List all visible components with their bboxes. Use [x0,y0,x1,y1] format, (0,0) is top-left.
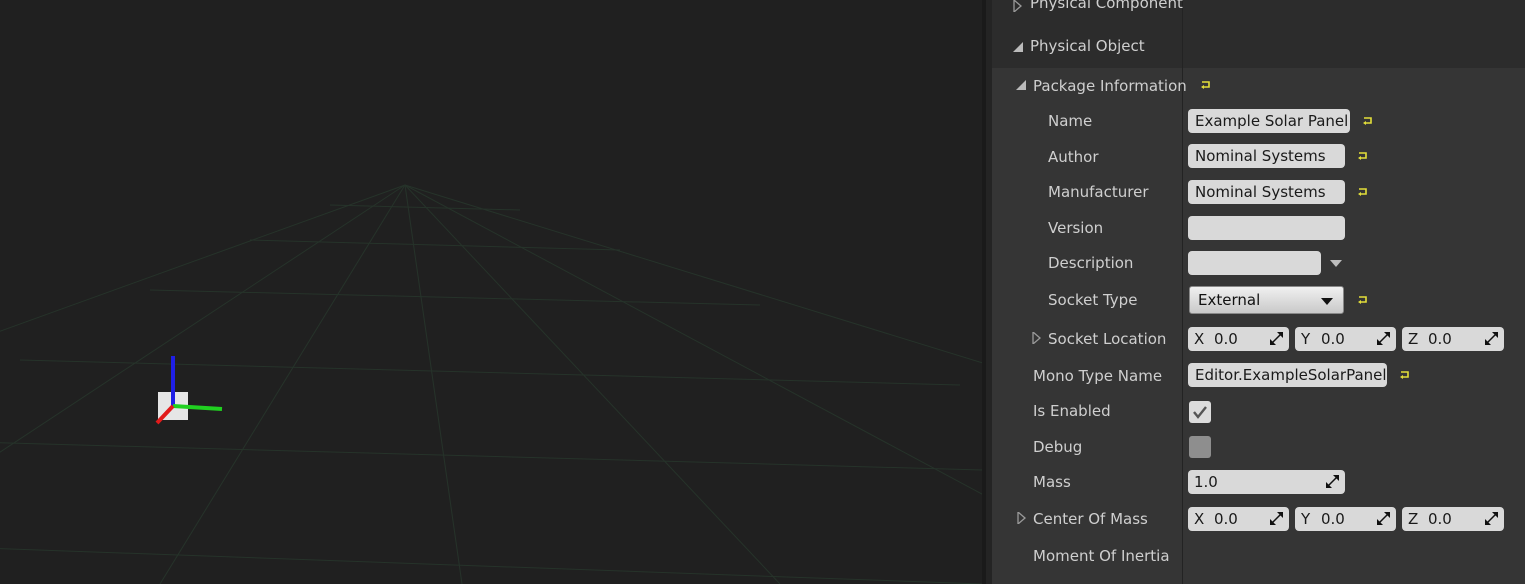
name-field[interactable]: Example Solar Panel [1188,109,1350,133]
mass-label: Mass [1033,473,1071,491]
center-of-mass-y-field[interactable]: Y 0.0 [1295,507,1396,531]
author-field[interactable]: Nominal Systems [1188,144,1345,168]
reset-to-default-icon[interactable] [1200,80,1212,90]
drag-handle-icon[interactable] [1485,332,1498,345]
transform-gizmo[interactable] [0,0,982,584]
drag-handle-icon[interactable] [1270,332,1283,345]
expand-arrow-icon[interactable] [1013,0,1023,12]
name-label: Name [1048,112,1093,130]
is-enabled-label: Is Enabled [1033,402,1111,420]
manufacturer-field[interactable]: Nominal Systems [1188,180,1345,204]
socket-location-z-field[interactable]: Z 0.0 [1402,327,1504,351]
category-physical-object[interactable]: Physical Object [1030,37,1145,55]
socket-location-label[interactable]: Socket Location [1048,330,1166,348]
socket-type-dropdown[interactable]: External [1189,286,1344,314]
socket-type-label: Socket Type [1048,291,1138,309]
collapse-arrow-icon[interactable] [1016,80,1027,91]
mono-type-name-field[interactable]: Editor.ExampleSolarPanel [1188,363,1387,387]
reset-to-default-icon[interactable] [1399,370,1411,380]
is-enabled-checkbox[interactable] [1189,401,1211,423]
panel-splitter[interactable] [982,0,992,584]
debug-checkbox[interactable] [1189,436,1211,458]
description-field[interactable] [1188,251,1321,275]
socket-location-y-field[interactable]: Y 0.0 [1295,327,1396,351]
expand-arrow-icon[interactable] [1032,332,1042,344]
drag-handle-icon[interactable] [1377,332,1390,345]
chevron-down-icon [1321,298,1333,305]
drag-handle-icon[interactable] [1326,475,1339,488]
drag-handle-icon[interactable] [1485,512,1498,525]
description-label: Description [1048,254,1134,272]
socket-type-value: External [1198,291,1261,309]
reset-to-default-icon[interactable] [1357,187,1369,197]
center-of-mass-x-field[interactable]: X 0.0 [1188,507,1289,531]
author-label: Author [1048,148,1099,166]
collapse-arrow-icon[interactable] [1013,42,1024,53]
expand-description-icon[interactable] [1330,260,1342,267]
drag-handle-icon[interactable] [1270,512,1283,525]
reset-to-default-icon[interactable] [1362,116,1374,126]
center-of-mass-z-field[interactable]: Z 0.0 [1402,507,1504,531]
reset-to-default-icon[interactable] [1357,151,1369,161]
expand-arrow-icon[interactable] [1017,512,1027,524]
package-information-label[interactable]: Package Information [1033,77,1187,95]
mono-type-name-label: Mono Type Name [1033,367,1163,385]
details-panel: Physical Component Physical Object Packa… [992,0,1525,584]
3d-viewport[interactable] [0,0,982,584]
version-field[interactable] [1188,216,1345,240]
drag-handle-icon[interactable] [1377,512,1390,525]
mass-field[interactable]: 1.0 [1188,470,1345,494]
reset-to-default-icon[interactable] [1357,295,1369,305]
category-physical-component[interactable]: Physical Component [1030,0,1183,12]
debug-label: Debug [1033,438,1083,456]
version-label: Version [1048,219,1104,237]
center-of-mass-label[interactable]: Center Of Mass [1033,510,1148,528]
manufacturer-label: Manufacturer [1048,183,1149,201]
socket-location-x-field[interactable]: X 0.0 [1188,327,1289,351]
moment-of-inertia-label: Moment Of Inertia [1033,547,1170,565]
checkmark-icon [1193,406,1207,419]
